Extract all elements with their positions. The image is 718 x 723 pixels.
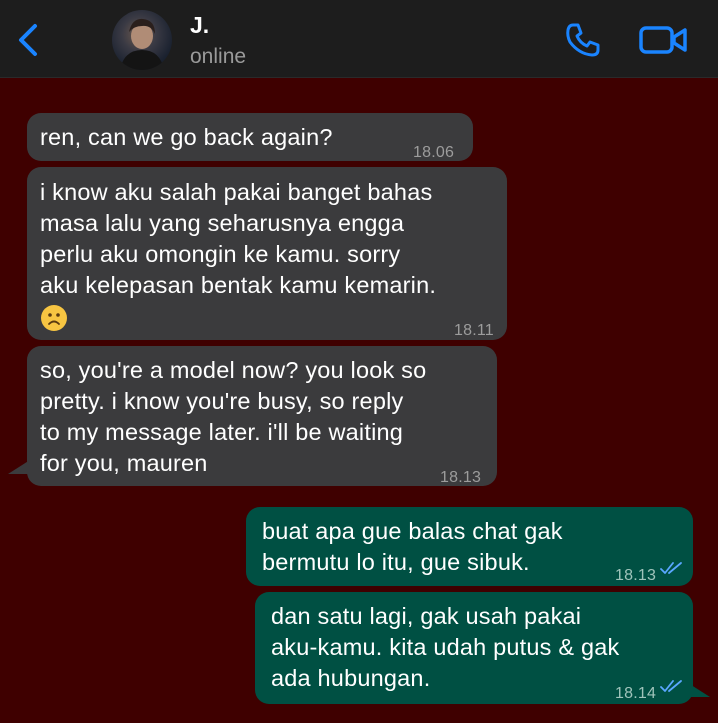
message-bubble-incoming[interactable]: so, you're a model now? you look so pret… xyxy=(27,346,497,486)
message-bubble-incoming[interactable]: ren, can we go back again? 18.06 xyxy=(27,113,473,161)
message-text: so, you're a model now? you look so pret… xyxy=(40,357,427,476)
phone-icon[interactable] xyxy=(563,20,603,60)
message-timestamp: 18.14 xyxy=(615,685,657,702)
message-timestamp: 18.11 xyxy=(454,322,494,339)
contact-status: online xyxy=(190,45,247,68)
chevron-left-icon[interactable] xyxy=(16,22,40,58)
message-timestamp: 18.06 xyxy=(413,144,455,161)
message-timestamp: 18.13 xyxy=(615,567,657,584)
message-timestamp: 18.13 xyxy=(440,469,482,486)
message-text: ren, can we go back again? xyxy=(40,124,333,150)
bubble-tail xyxy=(688,683,710,697)
message-bubble-outgoing[interactable]: dan satu lagi, gak usah pakai aku-kamu. … xyxy=(255,592,693,704)
double-check-icon xyxy=(660,562,682,574)
message-bubble-incoming[interactable]: i know aku salah pakai banget bahas masa… xyxy=(27,167,507,340)
frowning-face-icon xyxy=(41,305,67,331)
message-text: dan satu lagi, gak usah pakai aku-kamu. … xyxy=(271,603,620,691)
message-bubble-outgoing[interactable]: buat apa gue balas chat gak bermutu lo i… xyxy=(246,507,693,586)
video-camera-icon[interactable] xyxy=(638,24,688,56)
bubble-tail xyxy=(8,460,30,474)
message-text: buat apa gue balas chat gak bermutu lo i… xyxy=(262,518,563,575)
avatar[interactable] xyxy=(112,10,172,70)
contact-name[interactable]: J. xyxy=(190,12,209,39)
message-text: i know aku salah pakai banget bahas masa… xyxy=(40,179,437,298)
double-check-icon xyxy=(660,680,682,692)
chat-header: J. online xyxy=(0,0,718,78)
